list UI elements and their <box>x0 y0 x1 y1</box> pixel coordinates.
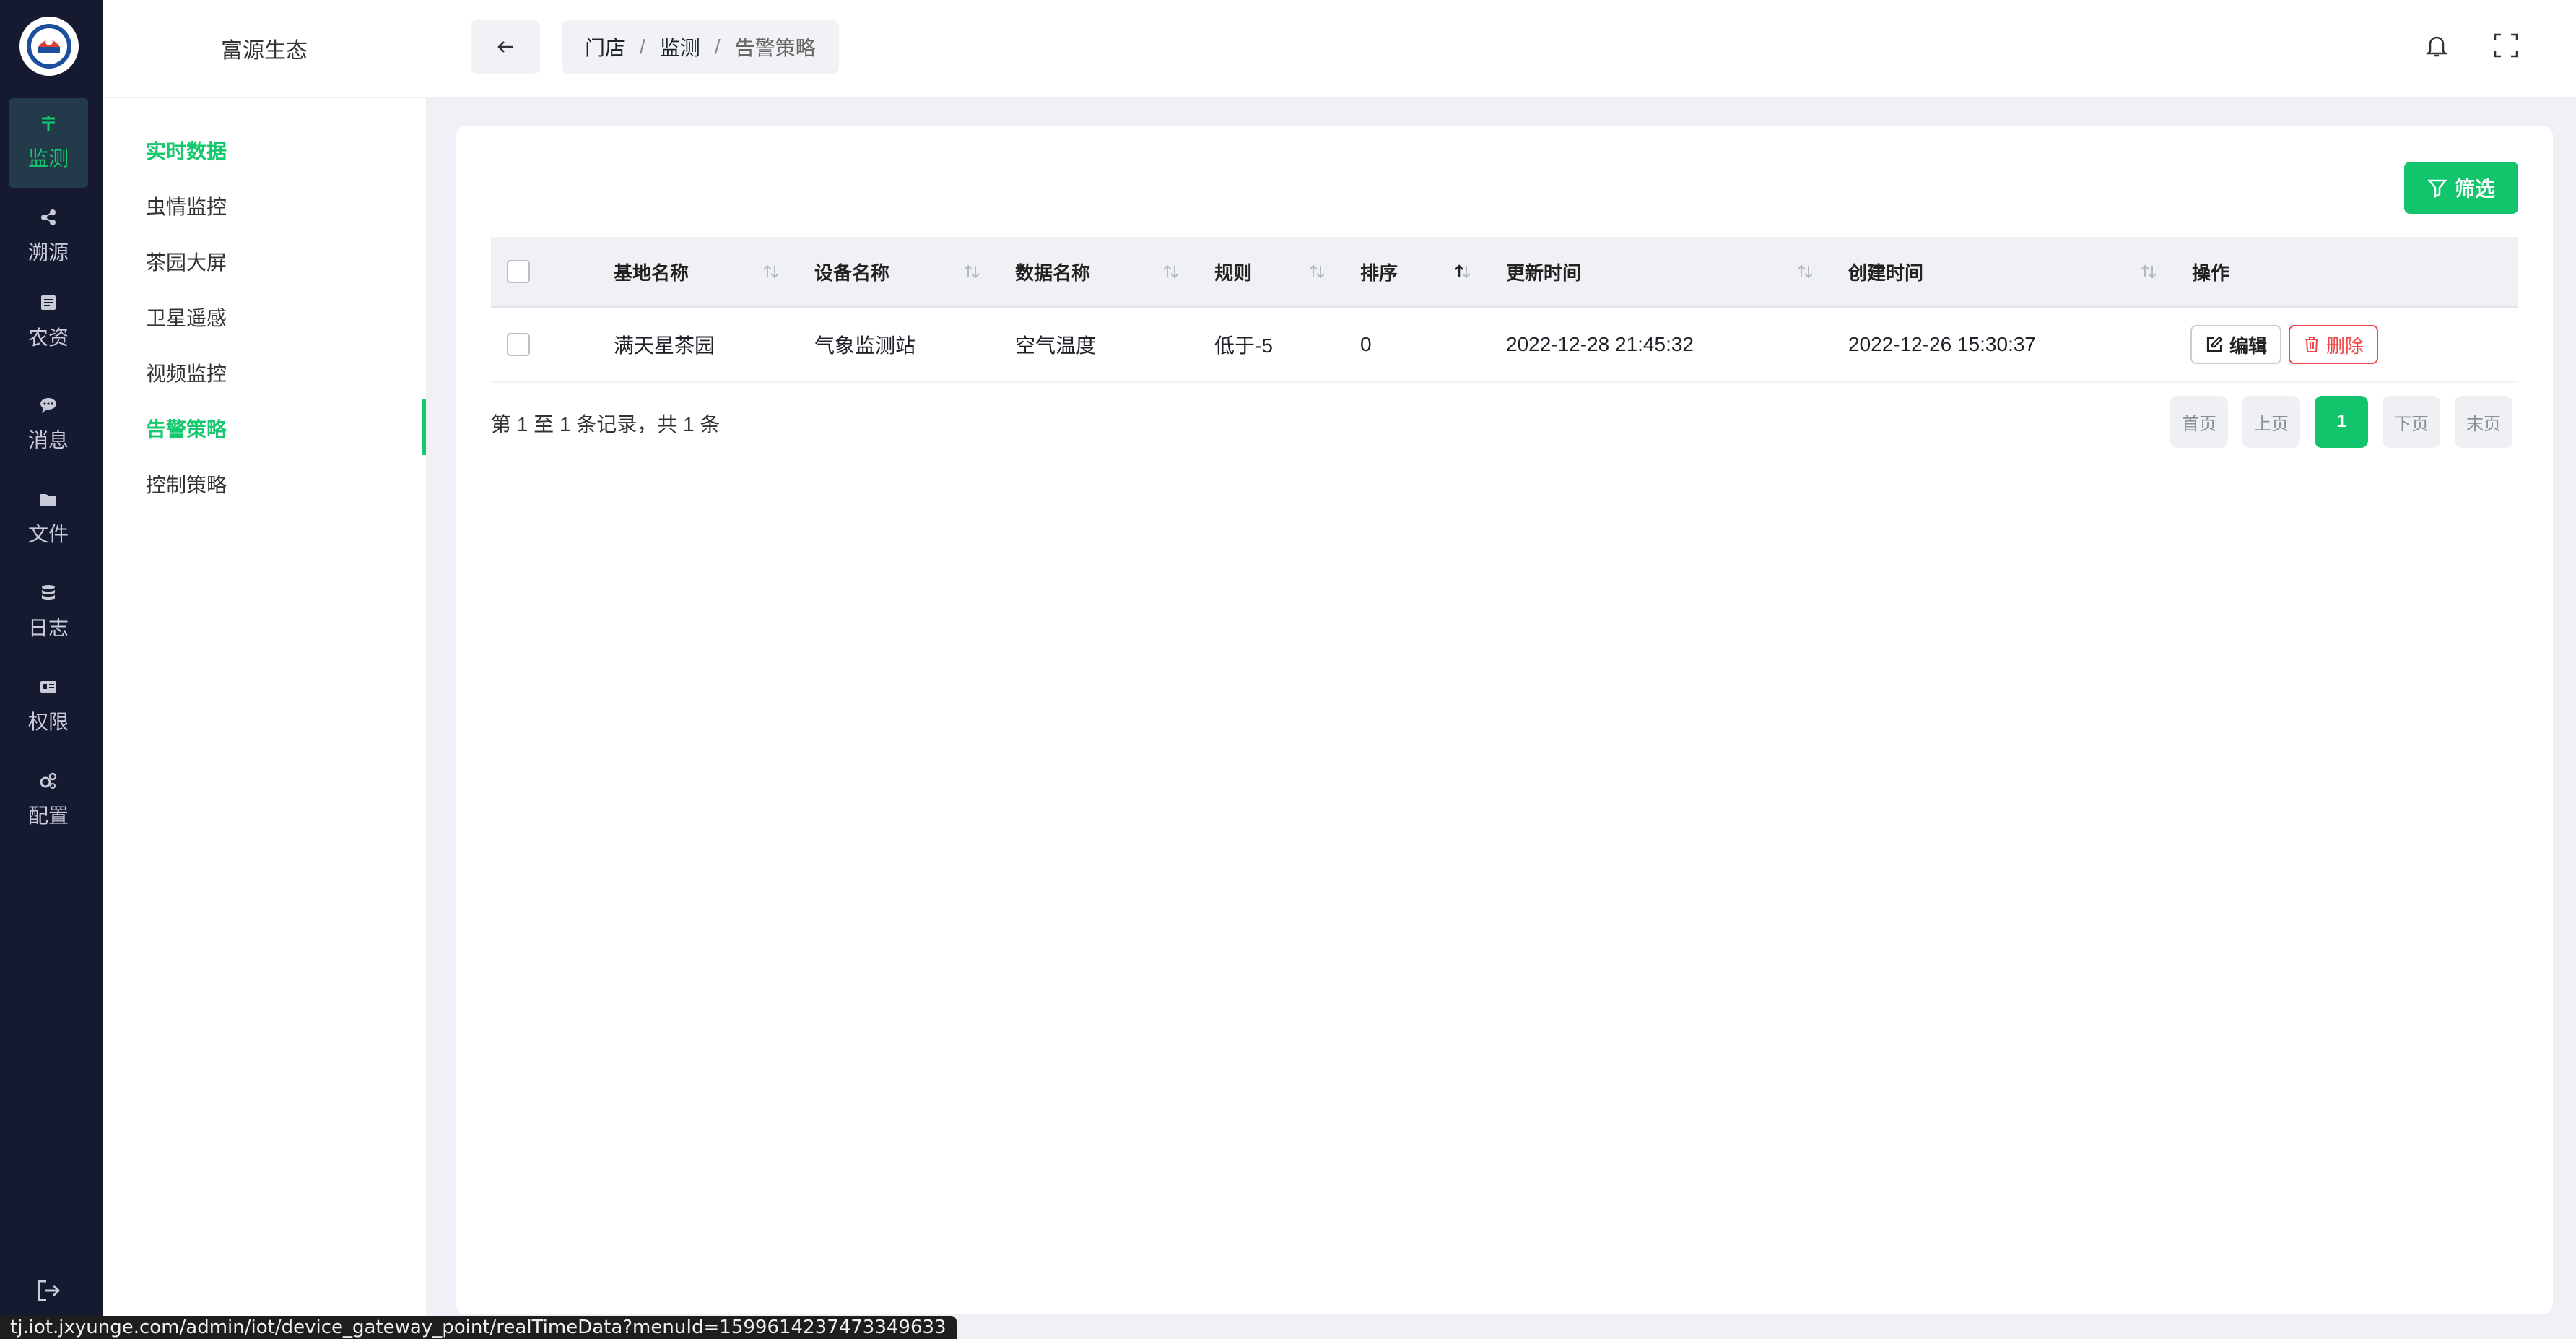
alert-policy-table: 基地名称 设备名称 数据名称 规则 排序 更新时间 创建时间 操作 满天星茶园 … <box>491 237 2518 383</box>
header-updated-time: 更新时间 <box>1506 261 1582 284</box>
breadcrumb: 门店 / 监测 / 告警策略 <box>562 20 839 74</box>
delete-label: 删除 <box>2326 334 2364 357</box>
rail-item-files[interactable]: 文件 <box>9 474 88 563</box>
submenu: 富源生态 实时数据 虫情监控 茶园大屏 卫星遥感 视频监控 告警策略 控制策略 <box>103 0 427 1339</box>
record-summary: 第 1 至 1 条记录，共 1 条 <box>491 413 721 436</box>
list-box-icon <box>39 293 58 312</box>
edit-button[interactable]: 编辑 <box>2190 325 2282 364</box>
app-logo[interactable] <box>19 17 79 76</box>
trash-icon <box>2305 337 2319 352</box>
sort-icon[interactable] <box>1795 237 1815 306</box>
fullscreen-icon[interactable] <box>2492 32 2520 59</box>
rail-item-messages[interactable]: 消息 <box>9 380 88 469</box>
rail-label: 文件 <box>27 523 69 545</box>
filter-label: 筛选 <box>2454 178 2495 200</box>
header-created-time: 创建时间 <box>1848 261 1924 284</box>
arrow-left-icon <box>497 41 513 53</box>
top-bar: 门店 / 监测 / 告警策略 <box>426 0 2576 97</box>
rail-label: 日志 <box>27 617 69 639</box>
folder-icon <box>39 490 58 508</box>
first-page-button[interactable]: 首页 <box>2170 396 2228 448</box>
select-all-checkbox[interactable] <box>507 260 530 283</box>
chat-icon <box>39 396 58 415</box>
table-row: 满天星茶园 气象监测站 空气温度 低于-5 0 2022-12-28 21:45… <box>491 308 2518 383</box>
submenu-item-alert-policy[interactable]: 告警策略 <box>146 414 227 443</box>
database-icon <box>39 584 58 602</box>
main-card: 筛选 基地名称 设备名称 数据名称 规则 排序 更新时间 创建时间 操作 满天星… <box>456 126 2553 1314</box>
header-actions: 操作 <box>2192 261 2230 284</box>
status-bar-url: tj.iot.jxyunge.com/admin/iot/device_gate… <box>0 1316 957 1339</box>
rail-label: 权限 <box>27 711 69 733</box>
gears-icon <box>39 771 58 790</box>
rail-label: 溯源 <box>27 241 69 264</box>
rail-label: 监测 <box>27 147 69 170</box>
rail-item-logs[interactable]: 日志 <box>9 568 88 657</box>
row-select[interactable] <box>507 308 530 381</box>
sort-icon[interactable] <box>761 237 781 306</box>
delete-button[interactable]: 删除 <box>2289 325 2379 364</box>
filter-icon <box>2427 179 2447 198</box>
monitor-icon <box>39 114 58 133</box>
header-data-name: 数据名称 <box>1015 261 1091 284</box>
sort-icon[interactable] <box>1161 237 1181 306</box>
submenu-item-pest[interactable]: 虫情监控 <box>146 191 227 220</box>
logo-emblem-icon <box>27 24 71 69</box>
cell-data-name: 空气温度 <box>1015 334 1097 357</box>
cell-rule: 低于-5 <box>1214 334 1273 357</box>
breadcrumb-separator: / <box>640 35 645 58</box>
rail-item-monitor[interactable]: 监测 <box>9 98 88 188</box>
header-select-all[interactable] <box>507 237 530 306</box>
app-rail: 监测 溯源 农资 消息 文件 日志 权限 配置 <box>0 0 103 1339</box>
sort-icon[interactable] <box>1307 237 1327 306</box>
submenu-item-video[interactable]: 视频监控 <box>146 358 227 387</box>
rail-item-config[interactable]: 配置 <box>9 755 88 845</box>
edit-icon <box>2206 336 2223 352</box>
cell-base-name: 满天星茶园 <box>614 334 715 357</box>
rail-item-supplies[interactable]: 农资 <box>9 277 88 367</box>
cell-actions: 编辑 删除 <box>2190 308 2379 381</box>
submenu-item-satellite[interactable]: 卫星遥感 <box>146 303 227 332</box>
prev-page-button[interactable]: 上页 <box>2242 396 2300 448</box>
submenu-title: 富源生态 <box>103 0 426 98</box>
rail-label: 农资 <box>27 326 69 349</box>
breadcrumb-item-current: 告警策略 <box>734 37 816 59</box>
sort-icon[interactable] <box>962 237 982 306</box>
header-base-name: 基地名称 <box>614 261 689 284</box>
submenu-item-control-policy[interactable]: 控制策略 <box>146 469 227 498</box>
sort-icon[interactable] <box>2138 237 2159 306</box>
breadcrumb-item-monitor[interactable]: 监测 <box>660 32 700 61</box>
active-indicator <box>422 399 426 455</box>
id-card-icon <box>39 677 58 696</box>
bell-icon[interactable] <box>2423 32 2450 59</box>
cell-updated-time: 2022-12-28 21:45:32 <box>1506 333 1694 355</box>
share-icon <box>39 208 58 227</box>
edit-label: 编辑 <box>2229 334 2268 357</box>
header-device-name: 设备名称 <box>814 261 890 284</box>
logout-icon[interactable] <box>35 1277 62 1304</box>
submenu-item-realtime[interactable]: 实时数据 <box>146 136 227 165</box>
table-header: 基地名称 设备名称 数据名称 规则 排序 更新时间 创建时间 操作 <box>491 237 2518 308</box>
filter-button[interactable]: 筛选 <box>2404 162 2518 214</box>
breadcrumb-separator: / <box>714 35 721 58</box>
row-checkbox[interactable] <box>507 333 530 356</box>
cell-device-name: 气象监测站 <box>814 334 916 357</box>
back-button[interactable] <box>471 20 540 74</box>
rail-item-permissions[interactable]: 权限 <box>9 662 88 751</box>
rail-label: 消息 <box>27 429 69 451</box>
cell-created-time: 2022-12-26 15:30:37 <box>1848 333 2036 355</box>
rail-label: 配置 <box>27 805 69 827</box>
last-page-button[interactable]: 末页 <box>2455 396 2512 448</box>
next-page-button[interactable]: 下页 <box>2383 396 2440 448</box>
submenu-item-dashboard[interactable]: 茶园大屏 <box>146 247 227 276</box>
rail-item-trace[interactable]: 溯源 <box>9 192 88 282</box>
cell-order: 0 <box>1360 333 1372 355</box>
page-button-current[interactable]: 1 <box>2315 396 2368 448</box>
header-order: 排序 <box>1360 261 1398 284</box>
header-rule: 规则 <box>1214 261 1253 284</box>
breadcrumb-item-store[interactable]: 门店 <box>585 32 625 61</box>
sort-asc-icon[interactable] <box>1453 237 1473 306</box>
